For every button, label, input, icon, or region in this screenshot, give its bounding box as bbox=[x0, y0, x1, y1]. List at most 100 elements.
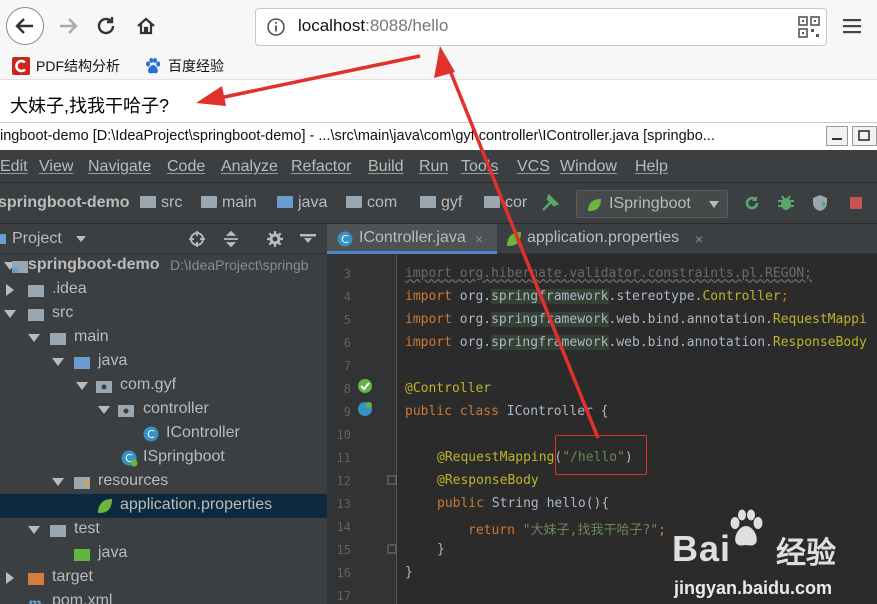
menu-window[interactable]: Window bbox=[560, 158, 617, 176]
stop-icon[interactable] bbox=[846, 193, 866, 213]
response-text: 大妹子,找我干哈子? bbox=[10, 96, 170, 116]
fold-icon[interactable] bbox=[387, 544, 397, 554]
spring-leaf-icon bbox=[507, 232, 521, 246]
fold-icon[interactable] bbox=[387, 475, 397, 485]
menu-icon[interactable] bbox=[842, 16, 862, 36]
chevron-down-icon[interactable] bbox=[28, 524, 40, 536]
menu-analyze[interactable]: Analyze bbox=[221, 158, 278, 176]
module-folder-icon bbox=[12, 261, 28, 273]
address-bar[interactable]: localhost:8088/hello bbox=[255, 8, 827, 46]
minimize-button[interactable] bbox=[826, 126, 848, 146]
locate-target-icon[interactable] bbox=[188, 230, 206, 248]
code-line-8: @Controller bbox=[405, 381, 492, 396]
chevron-down-icon[interactable] bbox=[98, 404, 110, 416]
code-line-5: import org.springframework.web.bind.anno… bbox=[405, 312, 867, 327]
reload-icon bbox=[97, 17, 115, 35]
browser-toolbar: localhost:8088/hello bbox=[0, 0, 877, 52]
hide-panel-icon[interactable] bbox=[300, 234, 316, 244]
spring-boot-class-icon: C bbox=[121, 450, 138, 467]
menu-code[interactable]: Code bbox=[167, 158, 205, 176]
coverage-shield-icon[interactable] bbox=[810, 193, 830, 213]
menu-run[interactable]: Run bbox=[419, 158, 448, 176]
tree-item-controller[interactable]: controller bbox=[0, 398, 327, 422]
home-button[interactable] bbox=[128, 8, 164, 44]
code-editor[interactable]: 3 4 5 6 7 8 9 10 11 12 13 14 15 16 17 im… bbox=[327, 254, 877, 604]
test-folder-icon bbox=[74, 549, 90, 561]
tree-item-com-gyf[interactable]: com.gyf bbox=[0, 374, 327, 398]
tree-item-pom-xml[interactable]: m pom.xml bbox=[0, 590, 327, 604]
close-icon[interactable]: × bbox=[475, 231, 483, 247]
project-panel-header: Project bbox=[0, 224, 327, 254]
build-hammer-icon[interactable] bbox=[540, 193, 560, 213]
tree-item-java-test[interactable]: java bbox=[0, 542, 327, 566]
tab-application-properties[interactable]: application.properties × bbox=[499, 224, 719, 254]
menu-navigate[interactable]: Navigate bbox=[88, 158, 151, 176]
tree-item-icontroller[interactable]: C IController bbox=[0, 422, 327, 446]
tree-item-ispringboot[interactable]: C ISpringboot bbox=[0, 446, 327, 470]
svg-text:m: m bbox=[28, 597, 42, 604]
tree-item-springboot-demo[interactable]: springboot-demo D:\IdeaProject\springb bbox=[0, 254, 327, 278]
chevron-down-icon[interactable] bbox=[52, 356, 64, 368]
breadcrumb-gyf[interactable]: gyf bbox=[420, 194, 462, 212]
menu-build[interactable]: Build bbox=[368, 158, 404, 176]
bookmark-pdf-analysis[interactable]: PDF结构分析 bbox=[12, 55, 120, 77]
menu-view[interactable]: View bbox=[39, 158, 73, 176]
spring-leaf-icon bbox=[98, 499, 112, 513]
chevron-right-icon[interactable] bbox=[4, 572, 16, 584]
rerun-icon[interactable] bbox=[742, 193, 762, 213]
chevron-down-icon bbox=[709, 201, 719, 208]
chevron-down-icon[interactable] bbox=[28, 332, 40, 344]
breadcrumb-java[interactable]: java bbox=[277, 194, 327, 212]
chevron-right-icon[interactable] bbox=[4, 284, 16, 296]
chevron-down-icon[interactable] bbox=[52, 476, 64, 488]
source-folder-icon bbox=[74, 357, 90, 369]
code-line-3: import org.hibernate.validator.constrain… bbox=[405, 266, 812, 281]
chevron-down-icon[interactable] bbox=[76, 236, 86, 243]
tree-item-test[interactable]: test bbox=[0, 518, 327, 542]
menu-refactor[interactable]: Refactor bbox=[291, 158, 351, 176]
tree-item-src[interactable]: src bbox=[0, 302, 327, 326]
maven-file-icon: m bbox=[28, 597, 42, 604]
close-icon[interactable]: × bbox=[695, 231, 703, 247]
project-panel-icon bbox=[0, 234, 6, 244]
menu-tools[interactable]: Tools bbox=[461, 158, 498, 176]
breadcrumb-project[interactable]: springboot-demo bbox=[0, 194, 130, 212]
java-class-icon: C bbox=[143, 426, 159, 442]
tree-item-java-main[interactable]: java bbox=[0, 350, 327, 374]
menu-vcs[interactable]: VCS bbox=[517, 158, 550, 176]
info-icon[interactable] bbox=[266, 17, 286, 37]
chevron-down-icon[interactable] bbox=[76, 380, 88, 392]
tab-icontroller-java[interactable]: C IController.java × bbox=[327, 224, 497, 254]
forward-button[interactable] bbox=[50, 8, 86, 44]
folder-icon bbox=[201, 196, 217, 208]
project-panel-label[interactable]: Project bbox=[12, 230, 62, 248]
bookmark-baidu-jingyan[interactable]: 百度经验 bbox=[144, 55, 224, 77]
gear-icon[interactable] bbox=[266, 230, 284, 248]
tree-item-main[interactable]: main bbox=[0, 326, 327, 350]
tree-item-target[interactable]: target bbox=[0, 566, 327, 590]
breadcrumb-com[interactable]: com bbox=[346, 194, 397, 212]
breadcrumb-main[interactable]: main bbox=[201, 194, 257, 212]
debug-bug-icon[interactable] bbox=[776, 193, 796, 213]
tree-item-application-properties[interactable]: application.properties bbox=[0, 494, 327, 518]
tree-item-resources[interactable]: resources bbox=[0, 470, 327, 494]
url-text[interactable]: localhost:8088/hello bbox=[298, 16, 448, 36]
breadcrumb-src[interactable]: src bbox=[140, 194, 182, 212]
folder-icon bbox=[277, 196, 293, 208]
class-gutter-icon[interactable] bbox=[357, 401, 373, 417]
collapse-all-icon[interactable] bbox=[222, 230, 240, 248]
menu-help[interactable]: Help bbox=[635, 158, 668, 176]
tree-item-idea[interactable]: .idea bbox=[0, 278, 327, 302]
back-button[interactable] bbox=[6, 7, 44, 45]
menu-edit[interactable]: Edit bbox=[0, 158, 28, 176]
chevron-down-icon[interactable] bbox=[4, 308, 16, 320]
package-folder-icon bbox=[118, 405, 134, 417]
spring-bean-gutter-icon[interactable] bbox=[357, 378, 373, 394]
qr-code-icon[interactable] bbox=[798, 16, 820, 38]
maximize-button[interactable] bbox=[852, 126, 877, 146]
breadcrumb-controller[interactable]: cor bbox=[484, 194, 527, 212]
maximize-icon bbox=[858, 130, 870, 141]
reload-button[interactable] bbox=[88, 8, 124, 44]
code-line-13: public String hello(){ bbox=[437, 496, 610, 511]
run-configuration-select[interactable]: ISpringboot bbox=[576, 190, 728, 218]
